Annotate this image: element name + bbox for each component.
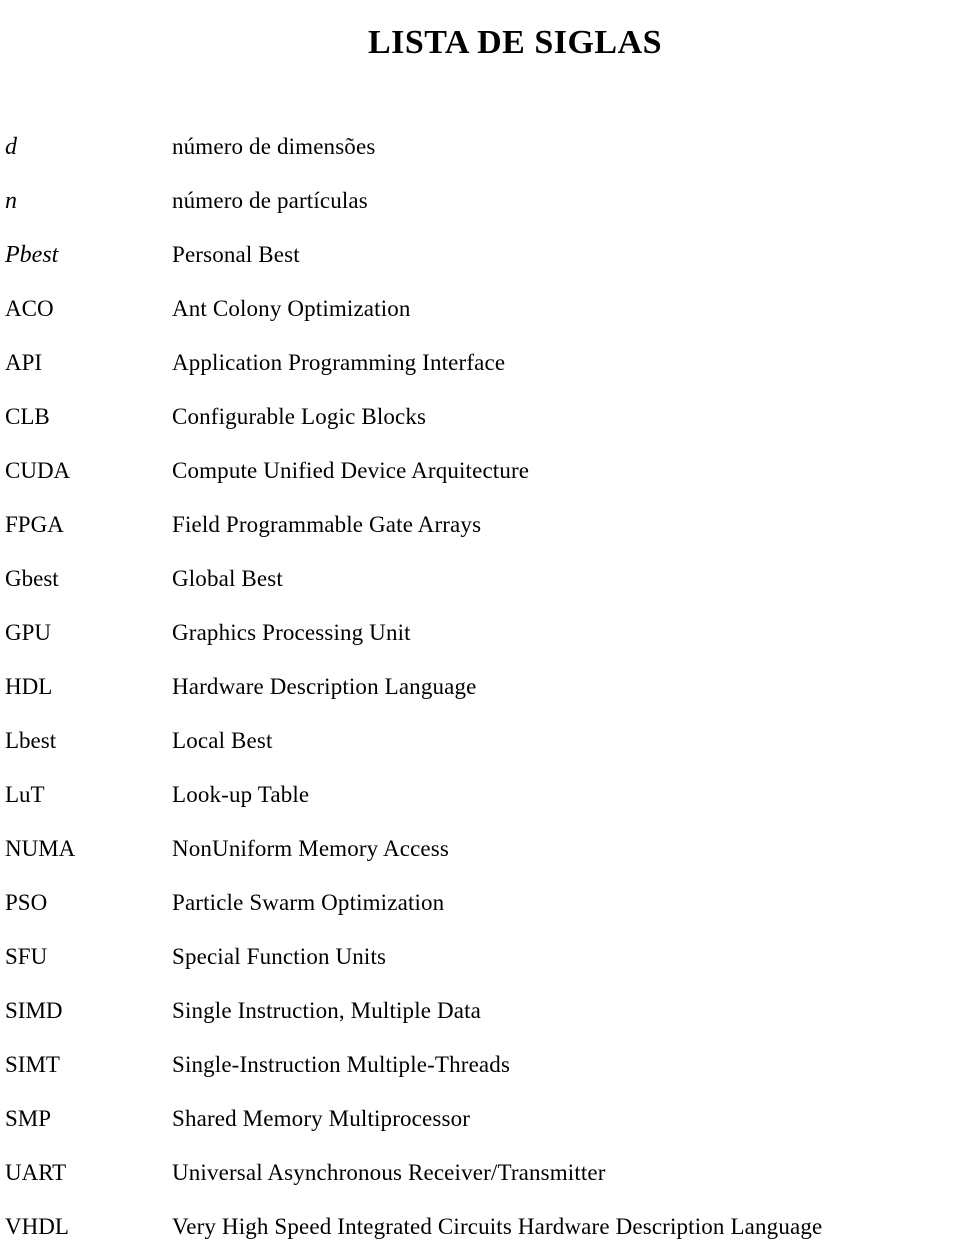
glossary-row: d número de dimensões: [0, 120, 960, 174]
glossary-term: Gbest: [5, 566, 59, 591]
glossary-definition: Particle Swarm Optimization: [172, 890, 445, 915]
glossary-definition: número de dimensões: [172, 134, 376, 159]
glossary-term: ACO: [5, 296, 54, 321]
glossary-term: LuT: [5, 782, 45, 807]
glossary-definition: Field Programmable Gate Arrays: [172, 512, 482, 537]
glossary-term: CLB: [5, 404, 50, 429]
glossary-term: SFU: [5, 944, 48, 969]
glossary-definition: Global Best: [172, 566, 283, 591]
glossary-row: HDL Hardware Description Language: [0, 660, 960, 714]
glossary-row: SIMT Single-Instruction Multiple-Threads: [0, 1038, 960, 1092]
glossary-row: PSO Particle Swarm Optimization: [0, 876, 960, 930]
glossary-row: Lbest Local Best: [0, 714, 960, 768]
glossary-row: GPU Graphics Processing Unit: [0, 606, 960, 660]
glossary-list: d número de dimensões n número de partícula…: [0, 120, 960, 1254]
glossary-term: SIMD: [5, 998, 63, 1023]
glossary-row: ACO Ant Colony Optimization: [0, 282, 960, 336]
glossary-term: Lbest: [5, 728, 57, 753]
glossary-term: HDL: [5, 674, 53, 699]
glossary-definition: Look-up Table: [172, 782, 310, 807]
glossary-row: CLB Configurable Logic Blocks: [0, 390, 960, 444]
glossary-definition: Very High Speed Integrated Circuits Hard…: [172, 1214, 823, 1239]
glossary-term: Pbest: [5, 242, 59, 268]
glossary-term: VHDL: [5, 1214, 69, 1239]
glossary-definition: Ant Colony Optimization: [172, 296, 411, 321]
glossary-row: SIMD Single Instruction, Multiple Data: [0, 984, 960, 1038]
glossary-term: PSO: [5, 890, 48, 915]
glossary-term: SIMT: [5, 1052, 60, 1077]
glossary-row: SFU Special Function Units: [0, 930, 960, 984]
glossary-definition: Hardware Description Language: [172, 674, 477, 699]
glossary-row: NUMA NonUniform Memory Access: [0, 822, 960, 876]
glossary-definition: número de partículas: [172, 188, 368, 213]
glossary-row: FPGA Field Programmable Gate Arrays: [0, 498, 960, 552]
glossary-term: UART: [5, 1160, 67, 1185]
glossary-definition: Configurable Logic Blocks: [172, 404, 427, 429]
glossary-definition: Compute Unified Device Arquitecture: [172, 458, 530, 483]
glossary-definition: Graphics Processing Unit: [172, 620, 411, 645]
glossary-row: LuT Look-up Table: [0, 768, 960, 822]
page-title: LISTA DE SIGLAS: [367, 23, 663, 61]
glossary-row: n número de partículas: [0, 174, 960, 228]
glossary-term: CUDA: [5, 458, 71, 483]
glossary-row: Gbest Global Best: [0, 552, 960, 606]
glossary-term: API: [5, 350, 43, 375]
glossary-definition: Local Best: [172, 728, 273, 753]
glossary-row: SMP Shared Memory Multiprocessor: [0, 1092, 960, 1146]
glossary-definition: Single Instruction, Multiple Data: [172, 998, 482, 1023]
glossary-row: VHDL Very High Speed Integrated Circuits …: [0, 1200, 960, 1254]
glossary-definition: Single-Instruction Multiple-Threads: [172, 1052, 511, 1077]
glossary-row: CUDA Compute Unified Device Arquitecture: [0, 444, 960, 498]
glossary-definition: Special Function Units: [172, 944, 387, 969]
glossary-term: d: [5, 134, 17, 160]
glossary-definition: NonUniform Memory Access: [172, 836, 449, 861]
glossary-definition: Personal Best: [172, 242, 300, 267]
glossary-definition: Application Programming Interface: [172, 350, 506, 375]
glossary-row: Pbest Personal Best: [0, 228, 960, 282]
glossary-definition: Shared Memory Multiprocessor: [172, 1106, 471, 1131]
glossary-row: API Application Programming Interface: [0, 336, 960, 390]
glossary-term: NUMA: [5, 836, 76, 861]
glossary-definition: Universal Asynchronous Receiver/Transmit…: [172, 1160, 606, 1185]
glossary-term: GPU: [5, 620, 52, 645]
glossary-term: SMP: [5, 1106, 52, 1131]
glossary-term: FPGA: [5, 512, 64, 537]
glossary-row: UART Universal Asynchronous Receiver/Tran…: [0, 1146, 960, 1200]
glossary-term: n: [5, 188, 17, 214]
document-page: LISTA DE SIGLAS d número de dimensões n núm…: [0, 0, 960, 1239]
